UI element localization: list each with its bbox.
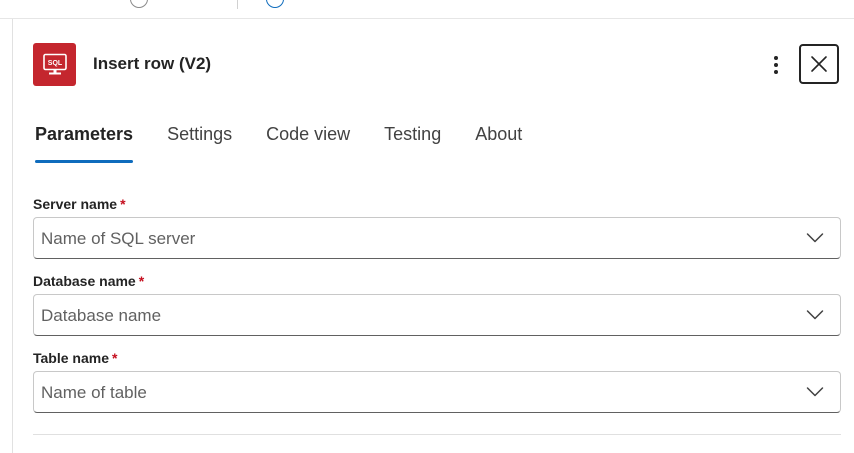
more-options-button[interactable] <box>764 50 788 80</box>
database-name-label: Database name * <box>33 273 144 289</box>
close-button[interactable] <box>799 44 839 84</box>
tab-testing[interactable]: Testing <box>384 121 441 163</box>
top-toolbar-strip <box>0 0 854 19</box>
required-indicator: * <box>138 273 145 289</box>
tab-settings[interactable]: Settings <box>167 121 232 163</box>
tab-list: Parameters Settings Code view Testing Ab… <box>35 121 556 163</box>
toolbar-icon-partial-blue <box>266 0 284 8</box>
section-divider <box>33 434 841 435</box>
svg-text:SQL: SQL <box>47 60 62 67</box>
tab-code-view[interactable]: Code view <box>266 121 350 163</box>
required-indicator: * <box>112 350 118 366</box>
server-name-label: Server name * <box>33 196 126 212</box>
database-name-dropdown[interactable]: Database name <box>33 294 841 336</box>
toolbar-separator <box>237 0 238 9</box>
close-icon <box>811 56 827 72</box>
table-name-label: Table name * <box>33 350 117 366</box>
database-name-placeholder: Database name <box>41 306 162 325</box>
tab-about[interactable]: About <box>475 121 522 163</box>
table-name-dropdown[interactable]: Name of table <box>33 371 841 413</box>
table-name-placeholder: Name of table <box>41 383 147 402</box>
tab-parameters[interactable]: Parameters <box>35 121 134 163</box>
chevron-down-icon <box>806 387 824 397</box>
chevron-down-icon <box>806 233 824 243</box>
toolbar-icon-partial <box>130 0 148 8</box>
server-name-dropdown[interactable]: Name of SQL server <box>33 217 841 259</box>
required-indicator: * <box>120 196 126 212</box>
table-name-label-text: Table name <box>33 350 109 366</box>
action-title: Insert row (V2) <box>93 54 212 73</box>
sql-monitor-icon: SQL <box>42 53 67 74</box>
chevron-down-icon <box>806 310 824 320</box>
database-name-label-text: Database name <box>33 273 136 289</box>
more-vertical-icon <box>774 56 778 74</box>
sql-server-connector-icon: SQL <box>33 43 76 86</box>
server-name-placeholder: Name of SQL server <box>41 229 196 248</box>
server-name-label-text: Server name <box>33 196 118 212</box>
action-details-panel: SQL Insert row (V2) Parameters Settings … <box>12 19 854 453</box>
